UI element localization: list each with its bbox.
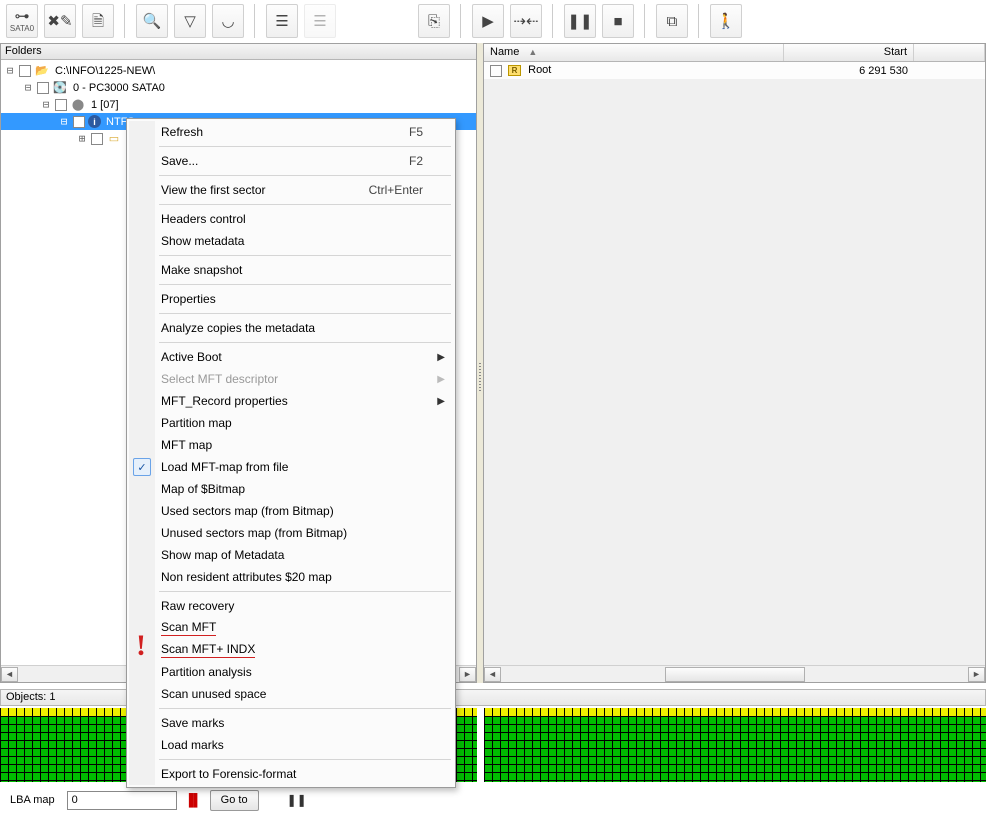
menu-partition-analysis[interactable]: Partition analysis <box>129 661 453 683</box>
objects-label: Objects: <box>6 691 46 703</box>
play-button[interactable]: ▶ <box>472 4 504 38</box>
col-name[interactable]: Name ▲ <box>484 44 784 61</box>
menu-save[interactable]: Save...F2 <box>129 150 453 172</box>
row-start: 6 291 530 <box>784 65 914 77</box>
menu-save-marks[interactable]: Save marks <box>129 712 453 734</box>
list-row[interactable]: R Root 6 291 530 <box>484 62 985 79</box>
list-body[interactable]: R Root 6 291 530 <box>484 62 985 665</box>
col-start[interactable]: Start <box>784 44 914 61</box>
multi-button[interactable]: ⧉ <box>656 4 688 38</box>
doc-button[interactable]: 🗎 <box>82 4 114 38</box>
menu-headers-control[interactable]: Headers control <box>129 208 453 230</box>
list-hscroll[interactable]: ◄ ► <box>484 665 985 682</box>
menu-scan-unused[interactable]: Scan unused space <box>129 683 453 705</box>
splitter[interactable] <box>477 43 483 683</box>
root-icon: R <box>508 65 521 76</box>
tools-button[interactable]: ✖✎ <box>44 4 76 38</box>
hopper-button[interactable]: ▽ <box>174 4 206 38</box>
menu-load-mft-map[interactable]: ✓ Load MFT-map from file <box>129 456 453 478</box>
flow-button[interactable]: ⇢⇠ <box>510 4 542 38</box>
pause-button[interactable]: ❚❚ <box>564 4 596 38</box>
marker-icon: ▐▌ <box>185 793 202 807</box>
menu-scan-mft-indx[interactable]: Scan MFT+ INDX <box>129 639 453 661</box>
menu-nonresident-attrs[interactable]: Non resident attributes $20 map <box>129 566 453 588</box>
row-name: Root <box>528 64 551 76</box>
tree-device-label: 0 - PC3000 SATA0 <box>70 81 168 95</box>
sata-button[interactable]: ⊶SATA0 <box>6 4 38 38</box>
tree-root-label: C:\INFO\1225-NEW\ <box>52 64 158 78</box>
sort-indicator-icon: ▲ <box>528 47 537 57</box>
find-button[interactable]: 🔍 <box>136 4 168 38</box>
file-list-panel: Name ▲ Start R Root 6 291 530 ◄ ► <box>483 43 986 683</box>
menu-load-marks[interactable]: Load marks <box>129 734 453 756</box>
menu-show-metadata[interactable]: Show metadata <box>129 230 453 252</box>
pause-icon[interactable]: ❚❚ <box>287 793 307 807</box>
main-toolbar: ⊶SATA0 ✖✎ 🗎 🔍 ▽ ◡ ☰ ☰ ⎘ ▶ ⇢⇠ ❚❚ ■ ⧉ 🚶 <box>0 0 986 43</box>
menu-used-sectors[interactable]: Used sectors map (from Bitmap) <box>129 500 453 522</box>
menu-unused-sectors[interactable]: Unused sectors map (from Bitmap) <box>129 522 453 544</box>
menu-select-mft-descriptor: Select MFT descriptor▶ <box>129 368 453 390</box>
exit-button[interactable]: 🚶 <box>710 4 742 38</box>
folders-header: Folders <box>1 44 476 60</box>
goto-button[interactable]: Go to <box>210 790 259 811</box>
menu-active-boot[interactable]: Active Boot▶ <box>129 346 453 368</box>
menu-show-map-metadata[interactable]: Show map of Metadata <box>129 544 453 566</box>
tree-device[interactable]: ⊟💽 0 - PC3000 SATA0 <box>1 79 476 96</box>
menu-export-forensic[interactable]: Export to Forensic-format <box>129 763 453 785</box>
context-menu: RefreshF5 Save...F2 View the first secto… <box>126 118 456 788</box>
menu-analyze-copies[interactable]: Analyze copies the metadata <box>129 317 453 339</box>
lba-map-label: LBA map <box>10 794 55 806</box>
tree-root[interactable]: ⊟📂 C:\INFO\1225-NEW\ <box>1 62 476 79</box>
sata-label: SATA0 <box>10 24 34 33</box>
menu-mft-map[interactable]: MFT map <box>129 434 453 456</box>
col-name-label: Name <box>490 46 519 58</box>
tree-partition-label: 1 [07] <box>88 98 122 112</box>
scroll-left[interactable]: ◄ <box>1 667 18 682</box>
lba-value-input[interactable] <box>67 791 177 810</box>
sliders2-button[interactable]: ☰ <box>304 4 336 38</box>
menu-make-snapshot[interactable]: Make snapshot <box>129 259 453 281</box>
objects-count: 1 <box>49 691 55 703</box>
menu-mft-record-properties[interactable]: MFT_Record properties▶ <box>129 390 453 412</box>
list-header[interactable]: Name ▲ Start <box>484 44 985 62</box>
scroll-right[interactable]: ► <box>459 667 476 682</box>
export-button[interactable]: ⎘ <box>418 4 450 38</box>
menu-view-first-sector[interactable]: View the first sectorCtrl+Enter <box>129 179 453 201</box>
menu-scan-mft[interactable]: Scan MFT <box>129 617 453 639</box>
sliders1-button[interactable]: ☰ <box>266 4 298 38</box>
annotation-exclaim-icon: ! <box>136 629 146 663</box>
menu-refresh[interactable]: RefreshF5 <box>129 121 453 143</box>
menu-map-bitmap[interactable]: Map of $Bitmap <box>129 478 453 500</box>
stop-button[interactable]: ■ <box>602 4 634 38</box>
tree-partition[interactable]: ⊟⬤ 1 [07] <box>1 96 476 113</box>
lba-bottom-bar: LBA map ▐▌ Go to ❚❚ <box>0 786 986 814</box>
check-icon: ✓ <box>133 458 151 476</box>
menu-raw-recovery[interactable]: Raw recovery <box>129 595 453 617</box>
cup-button[interactable]: ◡ <box>212 4 244 38</box>
menu-partition-map[interactable]: Partition map <box>129 412 453 434</box>
menu-properties[interactable]: Properties <box>129 288 453 310</box>
